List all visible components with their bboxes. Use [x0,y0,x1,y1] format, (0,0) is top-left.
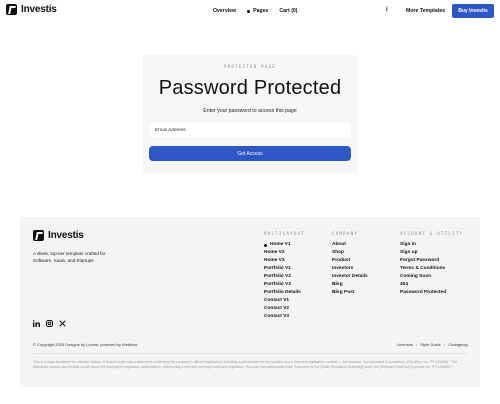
footer-link[interactable]: Forgot Password [400,257,463,265]
footer-logo[interactable]: Investis [33,230,84,241]
footer-logo-text: Investis [48,230,84,241]
instagram-icon[interactable] [45,319,54,329]
footer-link[interactable]: Investor Details [332,273,368,281]
separator: • [443,342,446,347]
footer-link[interactable]: Portfolio V3 [264,281,305,289]
separator: • [415,342,418,347]
footer-link[interactable]: Portfolio V2 [264,273,305,281]
active-dot-icon [264,243,267,247]
buy-button[interactable]: Buy Investis [452,4,494,18]
footer-link[interactable]: 404 [400,281,463,289]
nav-cart[interactable]: Cart (0) [279,8,297,14]
footer-tagline: A sleek, top-tier template crafted for S… [33,251,106,263]
footer: Investis A sleek, top-tier template craf… [20,217,480,387]
footer-col-multilayout: MULTILAYOUT Home V1 Home V2 Home V3 Port… [264,231,305,321]
linkedin-icon[interactable] [32,320,40,329]
footer-col-account: ACCOUNT & UTILITY Sign in Sign up Forgot… [400,231,463,297]
footer-link[interactable]: Home V3 [264,257,305,265]
footer-link[interactable]: Blog [332,281,368,289]
footer-divider [33,353,467,354]
changelog-link[interactable]: Changelog [448,342,467,347]
footer-link[interactable]: Investors [332,265,368,273]
style-guide-link[interactable]: Style Guide [420,342,441,347]
footer-col-heading: ACCOUNT & UTILITY [400,231,464,236]
licenses-link[interactable]: Licenses [397,342,413,347]
eyebrow-label: PROTECTED PAGE [223,64,277,69]
logo-icon [6,4,17,15]
footer-link[interactable]: Coming Soon [400,273,463,281]
legal-disclaimer: This is a legal disclaimer for website v… [33,360,458,369]
footer-link[interactable]: Portfolio V1 [264,265,305,273]
info-icon[interactable]: i [386,7,388,13]
footer-link[interactable]: Sign in [400,241,463,249]
footer-col-company: COMPANY About Shop Product Investors Inv… [332,231,368,297]
logo-icon [33,230,44,241]
footer-link[interactable]: Blog Post [332,289,368,297]
nav-overview[interactable]: Overview [213,8,236,14]
legal-links: Licenses • Style Guide • Changelog [397,342,468,347]
footer-link[interactable]: Portfolio Details [264,289,305,297]
footer-link[interactable]: Password Protected [400,289,463,297]
password-field[interactable] [149,123,351,137]
page-title: Password Protected [158,77,342,99]
brand-logo[interactable]: Investis [6,4,57,15]
footer-link-home-v1[interactable]: Home V1 [264,241,305,249]
logo-text: Investis [21,4,57,15]
page-subtitle: Enter your password to access this page [203,108,297,114]
x-icon[interactable] [59,320,66,329]
copyright-text: © Copyright 2025 Designs by Lunnis; powe… [33,342,138,347]
footer-link[interactable]: Home V2 [264,249,305,257]
footer-link[interactable]: Contact V1 [264,297,305,305]
nav-pages[interactable]: Pages [247,8,268,14]
main-nav: Overview Pages Cart (0) [213,8,298,14]
footer-link[interactable]: Product [332,257,368,265]
footer-col-heading: COMPANY [332,231,359,236]
footer-link[interactable]: Sign up [400,249,463,257]
get-access-button[interactable]: Get Access [149,146,351,161]
footer-link-label: Home V1 [270,242,291,247]
footer-link[interactable]: Terms & Conditions [400,265,463,273]
more-templates-link[interactable]: More Templates [406,8,445,14]
nav-pages-label: Pages [253,8,269,14]
footer-link[interactable]: About [332,241,368,249]
footer-link[interactable]: Contact V2 [264,305,305,313]
footer-link[interactable]: Shop [332,249,368,257]
footer-col-heading: MULTILAYOUT [264,231,305,236]
password-card: PROTECTED PAGE Password Protected Enter … [143,55,357,173]
social-links [32,319,66,329]
footer-link[interactable]: Contact V3 [264,313,305,321]
active-dot-icon [247,9,251,13]
top-nav: Investis Overview Pages Cart (0) i More … [0,0,500,24]
